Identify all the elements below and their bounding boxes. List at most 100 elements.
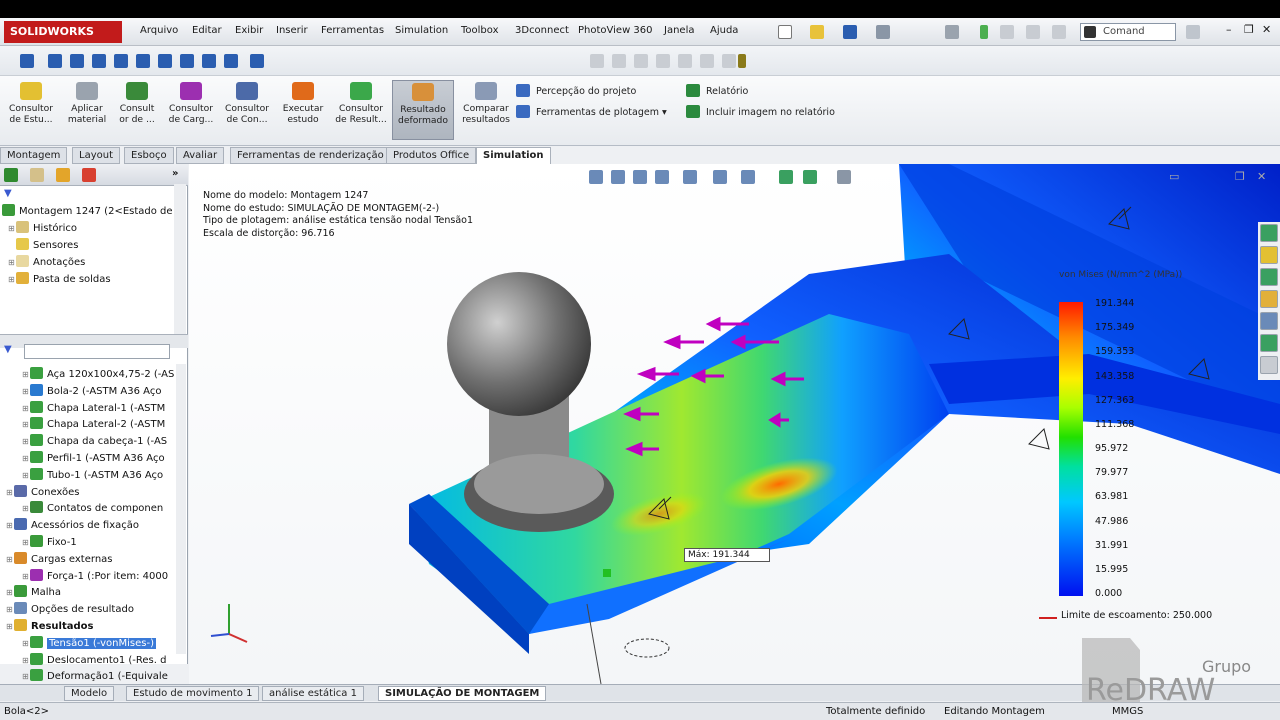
connections-advisor-button[interactable]: Consultor de Con... [220,80,274,140]
study-tree-item[interactable]: ⊞ Cargas externas [6,551,113,565]
viewport-restore-icon[interactable]: ❐ [1235,170,1245,183]
study-tree-item[interactable]: ⊞ Opções de resultado [6,602,134,615]
study-tree-item[interactable]: ⊞ Chapa Lateral-1 (-ASTM [22,400,165,414]
study-tree-item[interactable]: ⊞ Tubo-1 (-ASTM A36 Aço [22,467,163,481]
study-tree-item[interactable]: ⊞ Chapa da cabeça-1 (-AS [22,434,167,447]
normal-to-icon[interactable] [250,54,264,68]
filter-icon[interactable]: ▼ [4,188,12,199]
tab-simulation[interactable]: Simulation [476,147,551,164]
menu-inserir[interactable]: Inserir [276,25,308,36]
expand-icon[interactable]: ⊞ [22,639,30,648]
expand-icon[interactable]: ⊞ [22,387,30,396]
study-tree-item[interactable]: ⊞ Malha [6,585,61,598]
layout-icon[interactable] [1052,25,1066,39]
display-tab-icon[interactable] [82,168,96,182]
menu-3dconnect[interactable]: 3Dconnect [515,25,569,36]
study-tree-item[interactable]: ⊞ Chapa Lateral-2 (-ASTM [22,417,165,430]
folder-pane-icon[interactable] [1260,290,1278,308]
expand-icon[interactable]: ⊞ [6,488,14,497]
study-tree-item[interactable]: ⊞ Tensão1 (-vonMises-) [22,635,156,649]
tab-motion-study[interactable]: Estudo de movimento 1 [126,686,260,701]
compare-results-button[interactable]: Comparar resultados [458,80,514,140]
smart-dimension-icon[interactable] [678,54,692,68]
tree-item-anotacoes[interactable]: ⊞ Anotações [8,255,85,268]
tree-scrollbar[interactable] [174,184,186,334]
menu-arquivo[interactable]: Arquivo [140,25,178,36]
view-left-icon[interactable] [92,54,106,68]
file-properties-icon[interactable] [1000,25,1014,39]
study-tree-item[interactable]: ⊞ Aça 120x100x4,75-2 (-AS [22,367,174,380]
run-study-button[interactable]: Executar estudo [276,80,330,140]
study-tree-item[interactable]: ⊞ Conexões [6,484,80,498]
menu-ajuda[interactable]: Ajuda [710,25,738,36]
viewport-minimize-icon[interactable]: ▭ [1169,170,1179,183]
tree-item-historico[interactable]: ⊞ Histórico [8,221,77,234]
view-front-icon[interactable] [48,54,62,68]
hide-show-icon[interactable] [741,170,755,184]
view-iso-icon[interactable] [180,54,194,68]
expand-icon[interactable]: ⊞ [22,454,30,463]
print-icon[interactable] [876,25,890,39]
study-tree-item[interactable]: ⊞ Deslocamento1 (-Res. d [22,652,166,666]
redo-icon[interactable] [612,54,626,68]
menu-exibir[interactable]: Exibir [235,25,263,36]
minimize-icon[interactable]: – [1226,23,1232,36]
view-right-icon[interactable] [114,54,128,68]
view-dimetric-icon[interactable] [224,54,238,68]
expand-icon[interactable]: ⊞ [22,504,30,513]
restore-icon[interactable]: ❐ [1244,23,1254,36]
expand-icon[interactable]: ⊞ [22,404,30,413]
design-insight-button[interactable]: Percepção do projeto [516,84,636,97]
view-trimetric-icon[interactable] [202,54,216,68]
deformed-result-button[interactable]: Resultado deformado [392,80,454,140]
tab-modelo[interactable]: Modelo [64,686,115,701]
custom-props-icon[interactable] [1260,356,1278,374]
menu-ferramentas[interactable]: Ferramentas [321,25,384,36]
new-file-icon[interactable] [778,25,792,39]
expand-icon[interactable]: ⊞ [22,471,30,480]
tree-item-pasta-soldas[interactable]: ⊞ Pasta de soldas [8,272,111,285]
open-folder-icon[interactable] [810,25,824,39]
study-tree-item[interactable]: ⊞ Perfil-1 (-ASTM A36 Aço [22,451,165,464]
study-tree-scrollbar[interactable] [176,364,186,654]
study-filter-input[interactable] [24,344,170,359]
expand-icon[interactable]: ⊞ [22,672,30,681]
tree-root[interactable]: Montagem 1247 (2<Estado de [2,204,173,217]
file-explorer-icon[interactable] [1260,268,1278,286]
menu-janela[interactable]: Janela [664,25,694,36]
tab-montagem[interactable]: Montagem [0,147,68,164]
tree-item-sensores[interactable]: Sensores [8,238,78,251]
design-library-icon[interactable] [1260,246,1278,264]
tab-static-analysis[interactable]: análise estática 1 [262,686,364,701]
close-icon[interactable]: ✕ [1262,23,1271,36]
tab-avaliar[interactable]: Avaliar [176,147,225,164]
rebuild-icon[interactable] [980,25,988,39]
expand-icon[interactable]: ⊞ [22,437,30,446]
view-orientation-icon[interactable] [683,170,697,184]
expand-icon[interactable]: ⊞ [6,521,14,530]
tab-assembly-simulation[interactable]: SIMULAÇÃO DE MONTAGEM [378,686,547,701]
tip-icon[interactable] [738,54,746,68]
options-icon[interactable] [1026,25,1040,39]
view-settings-icon[interactable] [837,170,851,184]
study-tree-item[interactable]: ⊞ Fixo-1 [22,535,77,548]
view-top-icon[interactable] [136,54,150,68]
expand-icon[interactable]: ⊞ [22,538,30,547]
pointer-icon[interactable] [634,54,648,68]
menu-simulation[interactable]: Simulation [395,25,448,36]
sw-resources-icon[interactable] [1260,224,1278,242]
zoom-area-icon[interactable] [611,170,625,184]
appearance-icon[interactable] [779,170,793,184]
help-icon[interactable] [1186,25,1200,39]
fixtures-advisor-button[interactable]: Consult or de ... [110,80,164,140]
scene-icon[interactable] [803,170,817,184]
tab-render-tools[interactable]: Ferramentas de renderização [230,147,391,164]
report-button[interactable]: Relatório [686,84,748,97]
view-bottom-icon[interactable] [158,54,172,68]
view-palette-icon[interactable] [1260,312,1278,330]
expand-panel-icon[interactable]: » [172,168,178,179]
grid-icon[interactable] [700,54,714,68]
study-filter-icon[interactable]: ▼ [4,344,12,355]
section-view-icon[interactable] [655,170,669,184]
include-image-button[interactable]: Incluir imagem no relatório [686,105,835,118]
